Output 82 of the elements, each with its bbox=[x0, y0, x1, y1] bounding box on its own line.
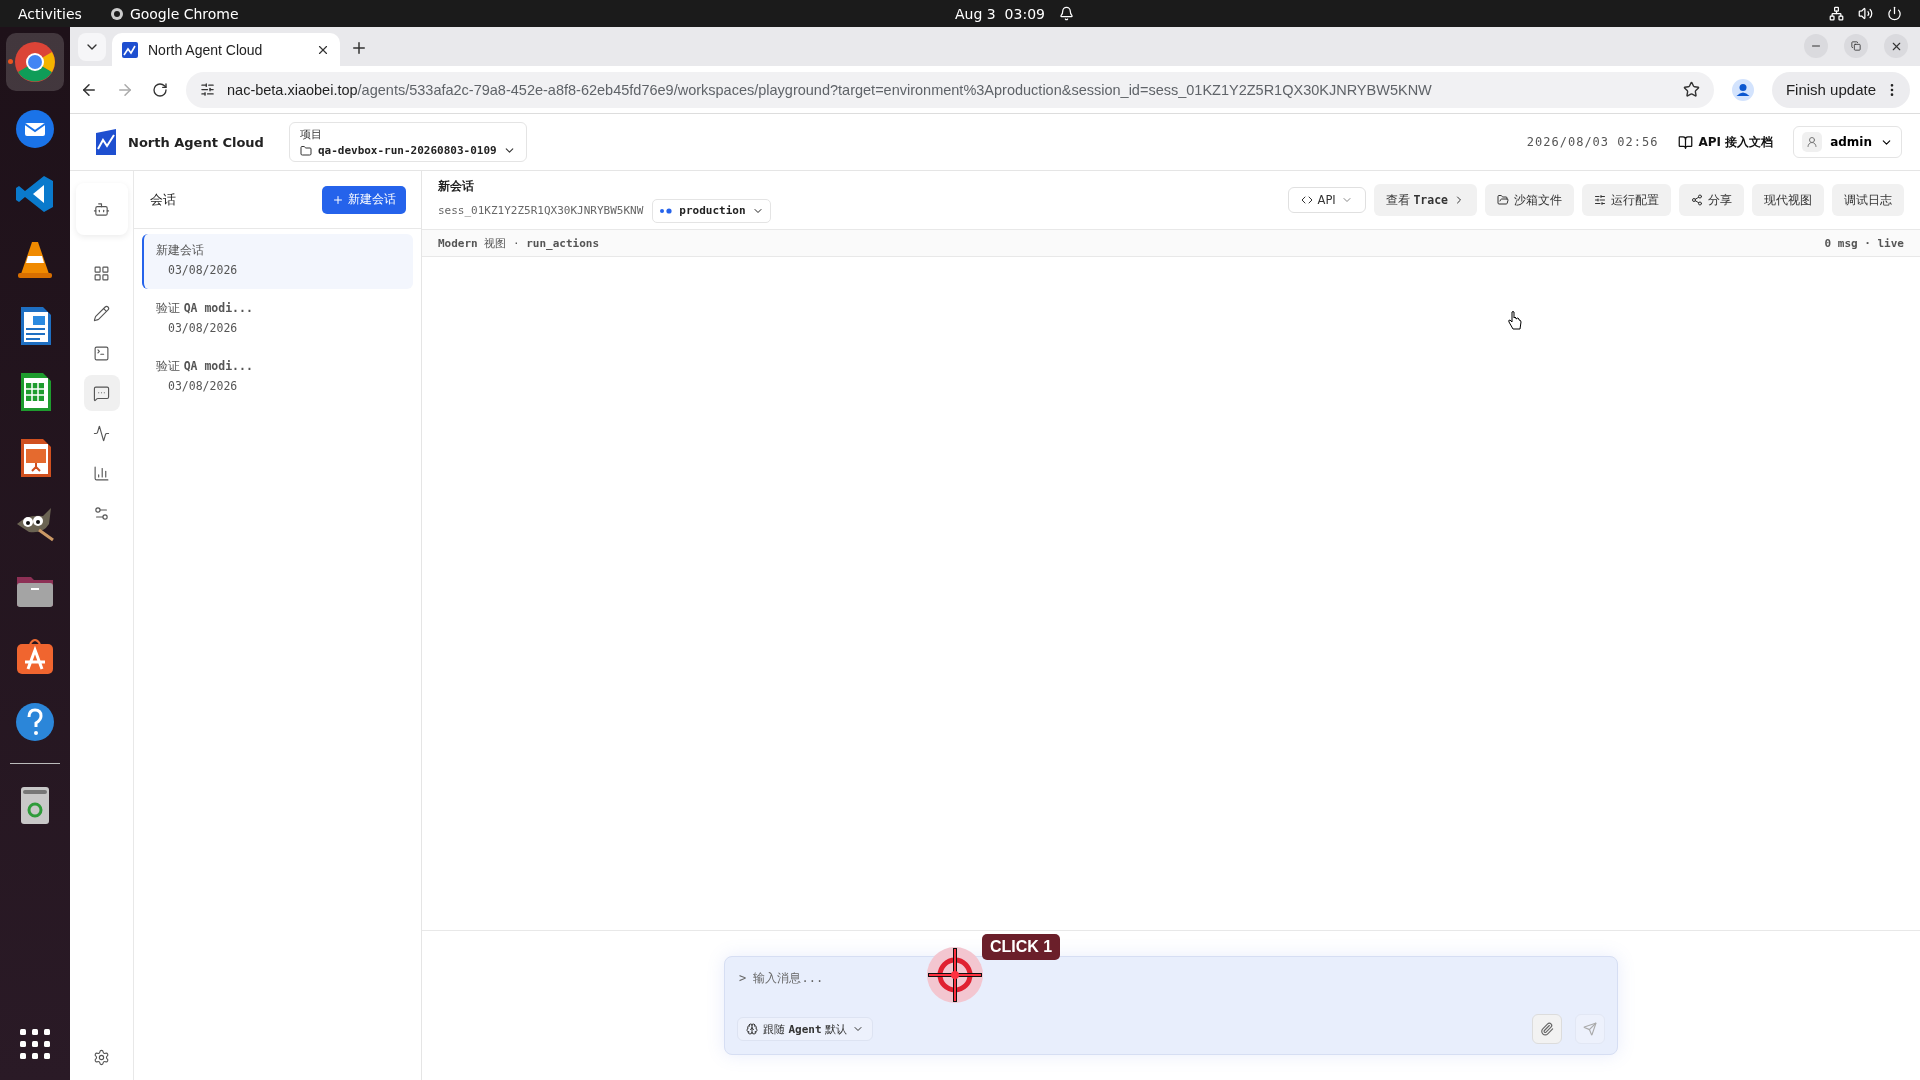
app-indicator-icon bbox=[109, 6, 124, 21]
toolbar-button[interactable]: 查看 Trace bbox=[1373, 184, 1477, 216]
toolbar-button[interactable]: 沙箱文件 bbox=[1485, 184, 1574, 216]
restore-icon bbox=[1851, 41, 1861, 51]
tab-list-button[interactable] bbox=[78, 33, 106, 61]
session-date: 03/08/2026 bbox=[167, 321, 239, 335]
logo-icon bbox=[94, 129, 118, 155]
session-date: 03/08/2026 bbox=[167, 263, 239, 277]
session-title: 验证 QA modi... bbox=[156, 359, 254, 374]
api-docs-link[interactable]: API 接入文档 bbox=[1678, 133, 1774, 151]
app-grid-icon[interactable] bbox=[19, 1028, 51, 1060]
click-marker-label: CLICK 1 bbox=[982, 934, 1061, 960]
share-icon bbox=[1691, 194, 1703, 206]
reload-icon[interactable] bbox=[152, 81, 168, 98]
plus-icon bbox=[332, 193, 344, 206]
close-button[interactable] bbox=[1884, 34, 1908, 58]
panel-title: 会话 bbox=[150, 190, 176, 209]
clock[interactable]: Aug 3 03:09 bbox=[955, 5, 1045, 22]
settings-button[interactable] bbox=[93, 1049, 110, 1066]
message-status: 0 msg · live bbox=[1824, 236, 1904, 250]
app-name: Google Chrome bbox=[129, 5, 239, 22]
site-info-icon[interactable] bbox=[200, 82, 215, 97]
attach-button[interactable] bbox=[1532, 1014, 1562, 1044]
network-icon bbox=[1829, 6, 1844, 21]
pointer-cursor-icon bbox=[1507, 311, 1523, 331]
activity-icon bbox=[93, 424, 110, 442]
terminal-icon bbox=[93, 344, 110, 362]
session-item[interactable]: 新建会话 03/08/2026 bbox=[142, 234, 413, 289]
dashboard-icon bbox=[93, 264, 110, 282]
settings-icon bbox=[93, 1049, 110, 1066]
environment-selector[interactable]: production bbox=[652, 198, 771, 223]
dock-item[interactable] bbox=[6, 33, 64, 91]
folder-icon bbox=[1497, 194, 1509, 206]
message-input[interactable]: > 输入消息... bbox=[737, 967, 1605, 989]
toolbar-button[interactable]: 现代视图 bbox=[1752, 184, 1824, 216]
bot-icon bbox=[93, 200, 110, 218]
bookmark-star-icon[interactable] bbox=[1682, 81, 1700, 98]
code-icon bbox=[1300, 194, 1313, 206]
bar-chart-icon bbox=[93, 464, 110, 482]
bell-icon bbox=[1058, 6, 1074, 21]
activities-button[interactable]: Activities bbox=[18, 5, 82, 22]
finish-update-button[interactable]: Finish update bbox=[1771, 71, 1910, 108]
power-icon bbox=[1887, 6, 1902, 21]
pencil-icon bbox=[93, 304, 110, 322]
brand-name: North Agent Cloud bbox=[128, 134, 264, 150]
session-title: 新建会话 bbox=[156, 243, 205, 258]
send-icon bbox=[1583, 1022, 1597, 1036]
new-session-button[interactable]: 新建会话 bbox=[322, 185, 406, 214]
maximize-button[interactable] bbox=[1844, 34, 1868, 58]
toolbar-button[interactable]: 运行配置 bbox=[1582, 184, 1671, 216]
session-id: sess_01KZ1Y2Z5R1QX30KJNRYBW5KNW bbox=[438, 204, 644, 217]
browser-tab[interactable]: North Agent Cloud bbox=[112, 33, 340, 66]
session-date: 03/08/2026 bbox=[167, 379, 239, 393]
chat-icon bbox=[93, 384, 110, 402]
browser-icon bbox=[13, 40, 57, 84]
nav-rail-button[interactable] bbox=[83, 375, 120, 411]
timestamp: 2026/08/03 02:56 bbox=[1526, 135, 1659, 149]
folder-icon bbox=[299, 144, 312, 157]
session-title: 验证 QA modi... bbox=[156, 301, 254, 316]
toolbar-button[interactable]: 分享 bbox=[1679, 184, 1744, 216]
agent-mode-selector[interactable]: 跟随 Agent 默认 bbox=[737, 1017, 874, 1041]
toolbar-button[interactable]: 调试日志 bbox=[1832, 184, 1904, 216]
volume-icon bbox=[1858, 6, 1873, 21]
address-bar[interactable]: nac-beta.xiaobei.top/agents/533afa2c-79a8-452e-a8f8-62eb45fd76e9/workspaces/playground?target=environment%3Aproduction&session_id=sess_01KZ1Y2Z5R1QX30KJNRYBW5KNW bbox=[186, 71, 1714, 108]
project-selector[interactable]: 项目 qa-devbox-run-20260803-0109 bbox=[288, 122, 527, 162]
new-tab-icon[interactable] bbox=[350, 39, 368, 57]
paperclip-icon bbox=[1540, 1022, 1554, 1036]
crosshair-icon bbox=[926, 946, 984, 1004]
sliders-icon bbox=[1594, 194, 1606, 206]
profile-icon[interactable] bbox=[1731, 78, 1754, 101]
status-dots-icon bbox=[659, 207, 674, 214]
logo-icon bbox=[122, 41, 138, 58]
sliders-icon bbox=[93, 504, 110, 522]
brain-icon bbox=[746, 1023, 758, 1035]
conversation-title: 新会话 bbox=[438, 177, 475, 195]
toolbar-button[interactable]: API bbox=[1287, 187, 1366, 213]
user-menu-button[interactable]: admin bbox=[1793, 126, 1902, 158]
user-avatar-icon bbox=[1802, 132, 1823, 152]
minimize-button[interactable] bbox=[1804, 34, 1828, 58]
view-mode-label: Modern 视图 · run_actions bbox=[438, 235, 600, 251]
help-icon bbox=[13, 700, 57, 744]
book-icon bbox=[1678, 134, 1694, 150]
